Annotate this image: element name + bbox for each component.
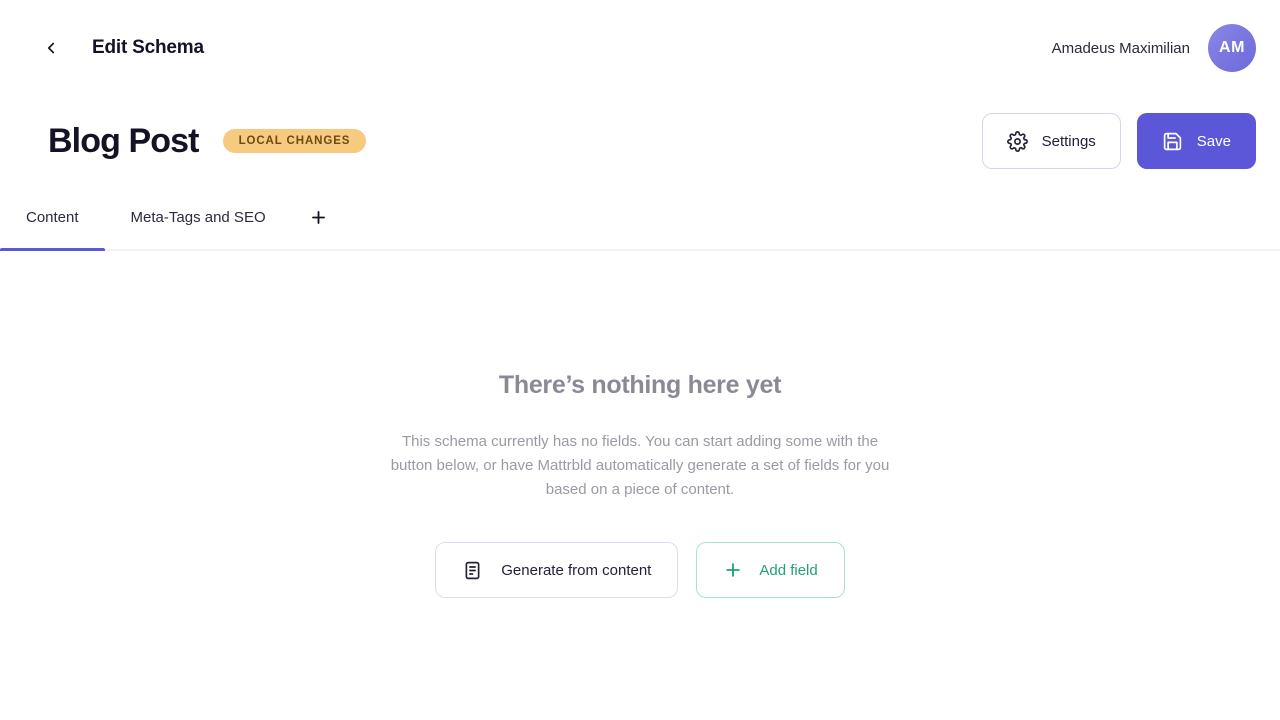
add-tab-button[interactable] (292, 186, 346, 249)
floppy-disk-icon (1162, 131, 1183, 152)
tab-content[interactable]: Content (0, 186, 105, 251)
chevron-left-icon (42, 39, 60, 57)
page-title: Edit Schema (92, 37, 204, 58)
document-text-icon (462, 560, 483, 581)
plus-icon (309, 208, 328, 227)
generate-from-content-button[interactable]: Generate from content (435, 542, 679, 598)
gear-icon (1006, 130, 1028, 152)
tab-meta-tags-and-seo[interactable]: Meta-Tags and SEO (105, 186, 292, 249)
schema-title-row: Blog Post Local changes Settings Save (0, 96, 1280, 186)
schema-fields-area: There’s nothing here yet This schema cur… (0, 251, 1280, 720)
app-root: Edit Schema Amadeus Maximilian AM Blog P… (0, 0, 1280, 720)
title-actions: Settings Save (981, 113, 1256, 169)
status-badge: Local changes (222, 128, 367, 154)
top-bar: Edit Schema Amadeus Maximilian AM (0, 0, 1280, 96)
save-button-label: Save (1196, 132, 1231, 150)
tab-meta-tags-and-seo-label: Meta-Tags and SEO (130, 209, 266, 226)
user-menu[interactable]: Amadeus Maximilian AM (1052, 24, 1256, 72)
empty-state-title: There’s nothing here yet (498, 371, 782, 399)
add-field-button[interactable]: Add field (696, 542, 845, 598)
settings-button[interactable]: Settings (981, 113, 1121, 169)
schema-name: Blog Post (48, 122, 199, 160)
plus-icon (723, 560, 743, 580)
tab-content-label: Content (26, 209, 79, 226)
empty-state-description: This schema currently has no fields. You… (390, 433, 890, 498)
settings-button-label: Settings (1041, 132, 1096, 150)
back-button[interactable] (34, 31, 68, 65)
add-field-label: Add field (759, 561, 818, 579)
empty-state-actions: Generate from content Add field (435, 542, 845, 598)
tab-bar: Content Meta-Tags and SEO (0, 186, 1280, 251)
user-name: Amadeus Maximilian (1051, 39, 1190, 57)
generate-from-content-label: Generate from content (501, 561, 652, 579)
save-button[interactable]: Save (1136, 113, 1256, 169)
avatar[interactable]: AM (1208, 24, 1256, 72)
